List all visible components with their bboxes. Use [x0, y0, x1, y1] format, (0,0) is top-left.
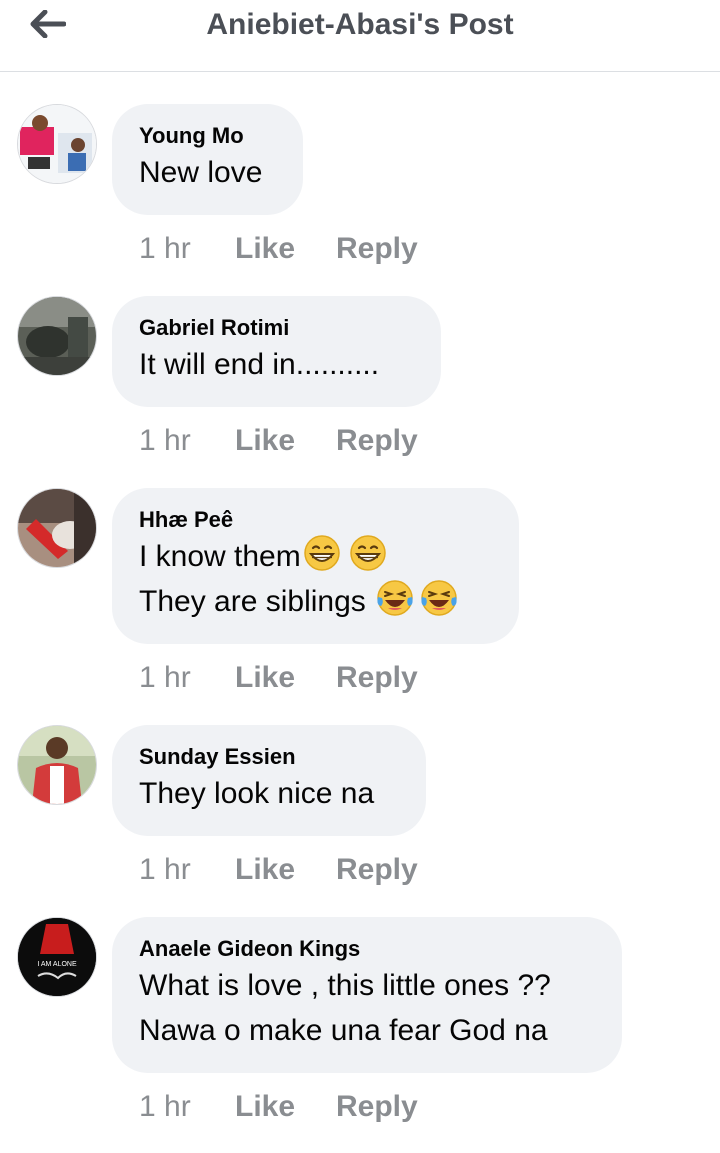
comment-author[interactable]: Hhæ Peê	[139, 506, 492, 534]
comment-bubble[interactable]: Gabriel Rotimi It will end in..........	[112, 296, 441, 407]
laughing-tears-emoji-icon	[421, 580, 457, 616]
comment-text: New love	[139, 156, 263, 189]
reply-button[interactable]: Reply	[336, 1090, 418, 1124]
page-title: Aniebiet-Abasi's Post	[206, 8, 514, 41]
like-button[interactable]: Like	[235, 1090, 295, 1124]
comment-text: I know them	[139, 534, 492, 579]
grinning-face-emoji-icon	[349, 535, 386, 571]
avatar-photo	[18, 105, 96, 183]
comment-bubble[interactable]: Young Mo New love	[112, 104, 303, 215]
avatar[interactable]: I AM ALONE	[17, 917, 97, 997]
avatar-photo: I AM ALONE	[18, 918, 96, 996]
reply-button[interactable]: Reply	[336, 853, 418, 887]
avatar[interactable]	[17, 488, 97, 568]
comment-author[interactable]: Anaele Gideon Kings	[139, 935, 595, 963]
avatar-photo	[18, 297, 96, 375]
comment-text: What is love , this little ones ??	[139, 969, 551, 1002]
comment-time[interactable]: 1 hr	[139, 1090, 191, 1124]
comment-time[interactable]: 1 hr	[139, 853, 191, 887]
avatar-photo	[18, 489, 96, 567]
avatar-photo	[18, 726, 96, 804]
comment-text-line: I know them	[139, 540, 301, 573]
comment-time[interactable]: 1 hr	[139, 661, 191, 695]
avatar[interactable]	[17, 296, 97, 376]
avatar-caption: I AM ALONE	[37, 961, 77, 968]
comment-text-line: They are siblings	[139, 585, 375, 618]
like-button[interactable]: Like	[235, 232, 295, 266]
comment-author[interactable]: Sunday Essien	[139, 743, 399, 771]
comment-bubble[interactable]: Hhæ Peê I know them They are siblings	[112, 488, 519, 644]
comment-text: Nawa o make una fear God na	[139, 1014, 548, 1047]
comment-text: They are siblings	[139, 579, 492, 624]
comment-text: They look nice na	[139, 777, 375, 810]
comment-bubble[interactable]: Anaele Gideon Kings What is love , this …	[112, 917, 622, 1073]
reply-button[interactable]: Reply	[336, 232, 418, 266]
comment-time[interactable]: 1 hr	[139, 424, 191, 458]
like-button[interactable]: Like	[235, 853, 295, 887]
avatar[interactable]	[17, 104, 97, 184]
laughing-tears-emoji-icon	[377, 580, 413, 616]
comment-author[interactable]: Young Mo	[139, 122, 276, 150]
comment-text: It will end in..........	[139, 348, 380, 381]
reply-button[interactable]: Reply	[336, 661, 418, 695]
grinning-face-emoji-icon	[303, 535, 340, 571]
reply-button[interactable]: Reply	[336, 424, 418, 458]
comment-author[interactable]: Gabriel Rotimi	[139, 314, 414, 342]
comment-bubble[interactable]: Sunday Essien They look nice na	[112, 725, 426, 836]
comment-time[interactable]: 1 hr	[139, 232, 191, 266]
header-bar: Aniebiet-Abasi's Post	[0, 0, 720, 72]
like-button[interactable]: Like	[235, 424, 295, 458]
avatar[interactable]	[17, 725, 97, 805]
like-button[interactable]: Like	[235, 661, 295, 695]
